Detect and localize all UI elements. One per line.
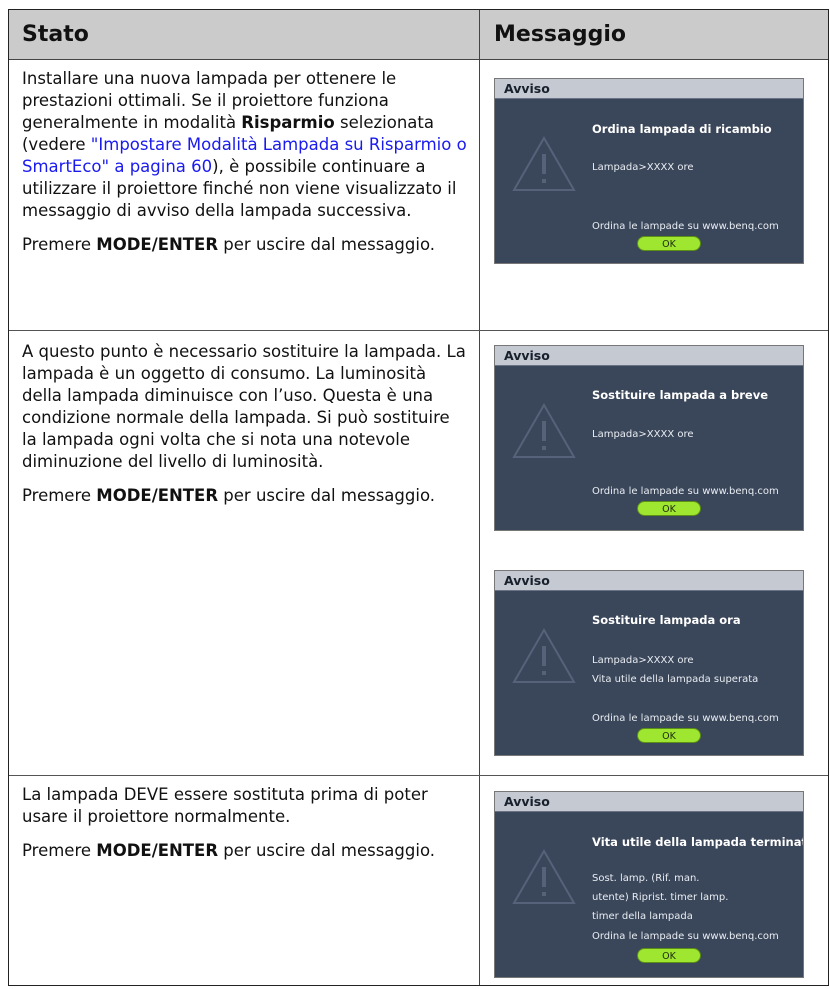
- instruction-line-2: utente) Riprist. timer lamp.: [592, 892, 729, 903]
- message-heading: Sostituire lampada ora: [592, 613, 741, 627]
- row-2-instruction: Premere MODE/ENTER per uscire dal messag…: [22, 485, 467, 507]
- ok-button[interactable]: OK: [637, 236, 701, 251]
- warning-window-terminata: Avviso Vita utile della lampada terminat…: [494, 791, 804, 978]
- text-span: per uscire dal messaggio.: [218, 235, 435, 254]
- row-divider: [9, 775, 828, 776]
- lamp-hours-line: Lampada>XXXX ore: [592, 429, 694, 440]
- warning-window-breve: Avviso Sostituire lampada a breve Lampad…: [494, 345, 804, 531]
- key-name: MODE/ENTER: [96, 841, 219, 860]
- warning-triangle-icon: [512, 402, 576, 458]
- column-divider: [479, 10, 480, 985]
- row-divider: [9, 330, 828, 331]
- row-1-paragraph: Installare una nuova lampada per ottener…: [22, 68, 467, 222]
- warning-triangle-icon: [512, 848, 576, 904]
- message-heading: Ordina lampada di ricambio: [592, 122, 772, 136]
- lamp-hours-line: Lampada>XXXX ore: [592, 162, 694, 173]
- window-title: Avviso: [495, 346, 803, 366]
- message-heading: Sostituire lampada a breve: [592, 388, 769, 402]
- row-3-instruction: Premere MODE/ENTER per uscire dal messag…: [22, 840, 467, 862]
- lamp-hours-line: Lampada>XXXX ore: [592, 655, 694, 666]
- window-title: Avviso: [495, 792, 803, 812]
- warning-window-ora: Avviso Sostituire lampada ora Lampada>XX…: [494, 570, 804, 756]
- text-span: Premere: [22, 841, 97, 860]
- header-stato: Stato: [22, 22, 89, 47]
- key-name: MODE/ENTER: [96, 235, 219, 254]
- row-2-status-text: A questo punto è necessario sostituire l…: [22, 341, 467, 519]
- order-line: Ordina le lampade su www.benq.com: [592, 931, 779, 942]
- row-3-paragraph: La lampada DEVE essere sostituta prima d…: [22, 785, 428, 826]
- ok-button[interactable]: OK: [637, 501, 701, 516]
- row-2-paragraph: A questo punto è necessario sostituire l…: [22, 342, 466, 471]
- warning-triangle-icon: [512, 627, 576, 683]
- ok-button[interactable]: OK: [637, 728, 701, 743]
- warning-triangle-icon: [512, 135, 576, 191]
- row-3-status-text: La lampada DEVE essere sostituta prima d…: [22, 784, 467, 874]
- text-span: Premere: [22, 235, 97, 254]
- window-title: Avviso: [495, 79, 803, 99]
- row-1-status-text: Installare una nuova lampada per ottener…: [22, 68, 467, 268]
- lamp-life-exceeded-line: Vita utile della lampada superata: [592, 674, 759, 685]
- message-heading: Vita utile della lampada terminata: [592, 835, 804, 849]
- header-messaggio: Messaggio: [494, 22, 626, 47]
- instruction-line-3: timer della lampada: [592, 911, 693, 922]
- bold-term: Risparmio: [241, 113, 335, 132]
- row-1-instruction: Premere MODE/ENTER per uscire dal messag…: [22, 234, 467, 256]
- text-span: per uscire dal messaggio.: [218, 841, 435, 860]
- instruction-line-1: Sost. lamp. (Rif. man.: [592, 873, 700, 884]
- order-line: Ordina le lampade su www.benq.com: [592, 221, 779, 232]
- text-span: per uscire dal messaggio.: [218, 486, 435, 505]
- text-span: Premere: [22, 486, 97, 505]
- table-header: Stato Messaggio: [9, 10, 828, 60]
- window-title: Avviso: [495, 571, 803, 591]
- order-line: Ordina le lampade su www.benq.com: [592, 713, 779, 724]
- key-name: MODE/ENTER: [96, 486, 219, 505]
- order-line: Ordina le lampade su www.benq.com: [592, 486, 779, 497]
- warning-window-ordina: Avviso Ordina lampada di ricambio Lampad…: [494, 78, 804, 264]
- ok-button[interactable]: OK: [637, 948, 701, 963]
